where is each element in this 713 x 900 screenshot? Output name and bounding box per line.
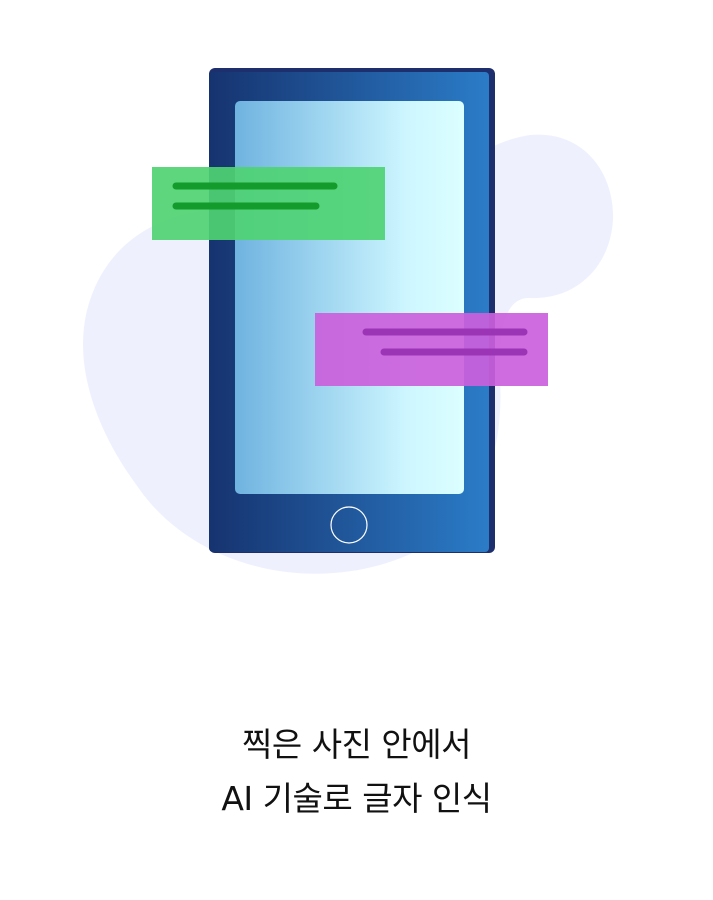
phone-screen	[235, 101, 464, 494]
text-bubble-icon	[152, 167, 385, 240]
caption-line-1: 찍은 사진 안에서	[242, 725, 472, 764]
phone-ocr-graphic	[83, 68, 614, 574]
text-bubble-icon	[315, 313, 548, 386]
phone-icon	[209, 68, 495, 553]
caption-line-2: AI 기술로 글자 인식	[221, 779, 492, 818]
ocr-illustration	[0, 0, 713, 620]
feature-caption: 찍은 사진 안에서 AI 기술로 글자 인식	[0, 718, 713, 826]
